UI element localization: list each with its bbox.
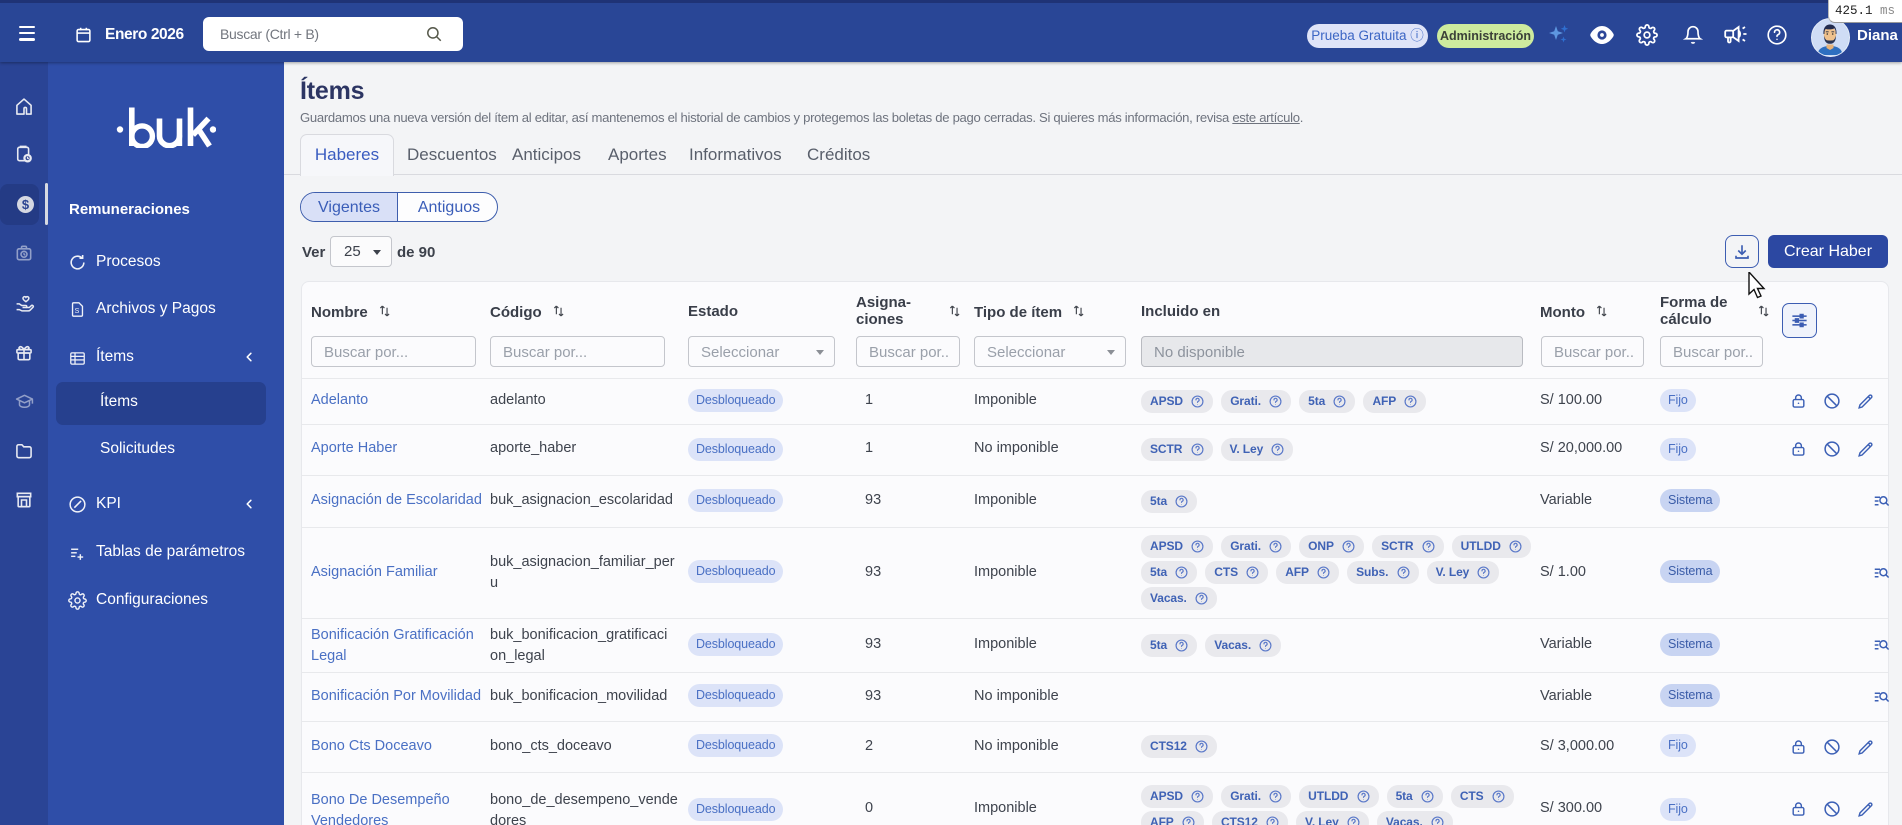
svg-text:S: S (75, 307, 80, 315)
